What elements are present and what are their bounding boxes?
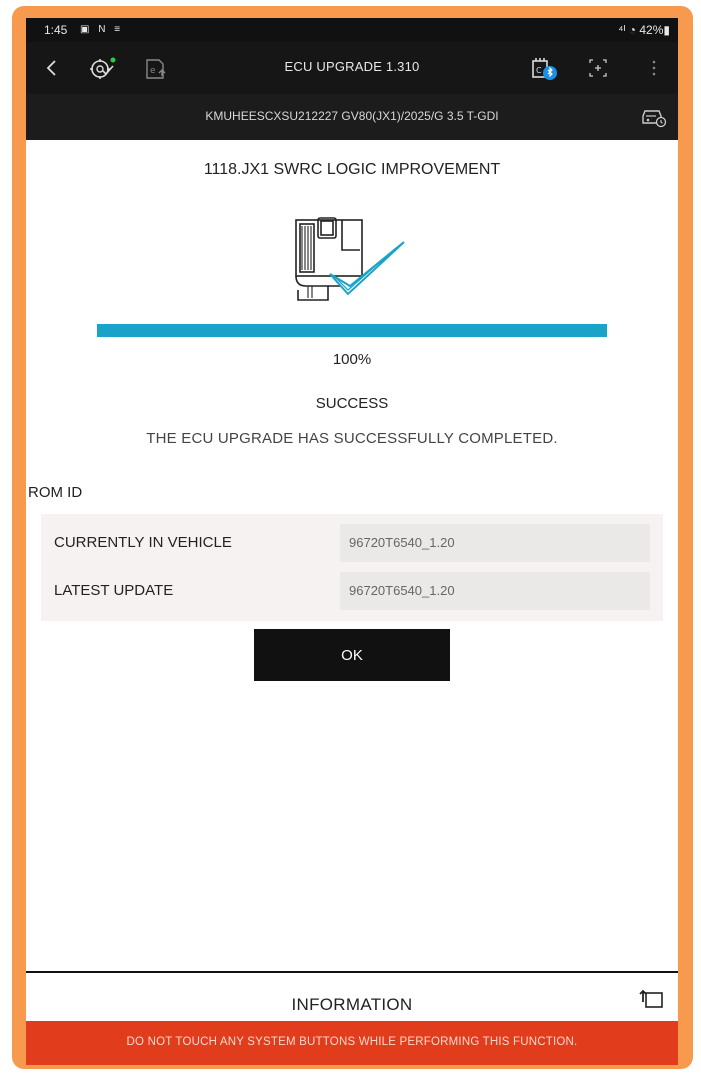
notification-icons: ▣ N ≡	[80, 24, 124, 35]
vehicle-settings-icon[interactable]	[640, 103, 668, 131]
more-menu-icon[interactable]	[638, 52, 670, 84]
progress-fill	[97, 324, 607, 337]
page-title: ECU UPGRADE 1.310	[284, 59, 420, 74]
info-divider	[26, 971, 678, 973]
vehicle-info-text: KMUHEESCXSU212227 GV80(JX1)/2025/G 3.5 T…	[205, 109, 499, 123]
result-message: THE ECU UPGRADE HAS SUCCESSFULLY COMPLET…	[146, 430, 558, 447]
status-bar: 1:45 ▣ N ≡ ⁴ᴵ ◔ 42%▮	[26, 18, 678, 42]
status-right-icons: ⁴ᴵ ◔ 42%▮	[618, 23, 670, 37]
ok-button[interactable]: OK	[254, 629, 450, 681]
expand-info-icon[interactable]	[638, 988, 664, 1010]
rom-row-label: CURRENTLY IN VEHICLE	[54, 534, 232, 551]
upgrade-title: 1118.JX1 SWRC LOGIC IMPROVEMENT	[203, 161, 501, 178]
rom-row-label: LATEST UPDATE	[54, 582, 174, 599]
progress-percent: 100%	[332, 351, 372, 368]
status-time: 1:45	[44, 23, 68, 37]
warning-text: DO NOT TOUCH ANY SYSTEM BUTTONS WHILE PE…	[126, 1036, 578, 1048]
app-bar: e ECU UPGRADE 1.310 C	[26, 42, 678, 94]
rom-row-value: 96720T6540_1.20	[340, 524, 650, 562]
progress-bar	[97, 324, 607, 337]
device-screen: 1:45 ▣ N ≡ ⁴ᴵ ◔ 42%▮ e ECU UPGRADE 1.310	[26, 18, 678, 1065]
rom-row-latest: LATEST UPDATE 96720T6540_1.20	[41, 572, 663, 610]
warning-bar: DO NOT TOUCH ANY SYSTEM BUTTONS WHILE PE…	[26, 1021, 678, 1065]
information-tab[interactable]: INFORMATION	[26, 995, 678, 1015]
screenshot-icon[interactable]	[582, 52, 614, 84]
svg-text:C: C	[536, 66, 542, 75]
vehicle-info-bar: KMUHEESCXSU212227 GV80(JX1)/2025/G 3.5 T…	[26, 94, 678, 140]
rom-row-current: CURRENTLY IN VEHICLE 96720T6540_1.20	[41, 524, 663, 562]
rom-row-value: 96720T6540_1.20	[340, 572, 650, 610]
result-status: SUCCESS	[315, 395, 389, 412]
rom-table: CURRENTLY IN VEHICLE 96720T6540_1.20 LAT…	[41, 514, 663, 621]
rom-id-label: ROM ID	[28, 484, 83, 501]
bluetooth-vci-icon[interactable]: C	[528, 52, 560, 84]
ecu-success-icon	[288, 214, 412, 302]
